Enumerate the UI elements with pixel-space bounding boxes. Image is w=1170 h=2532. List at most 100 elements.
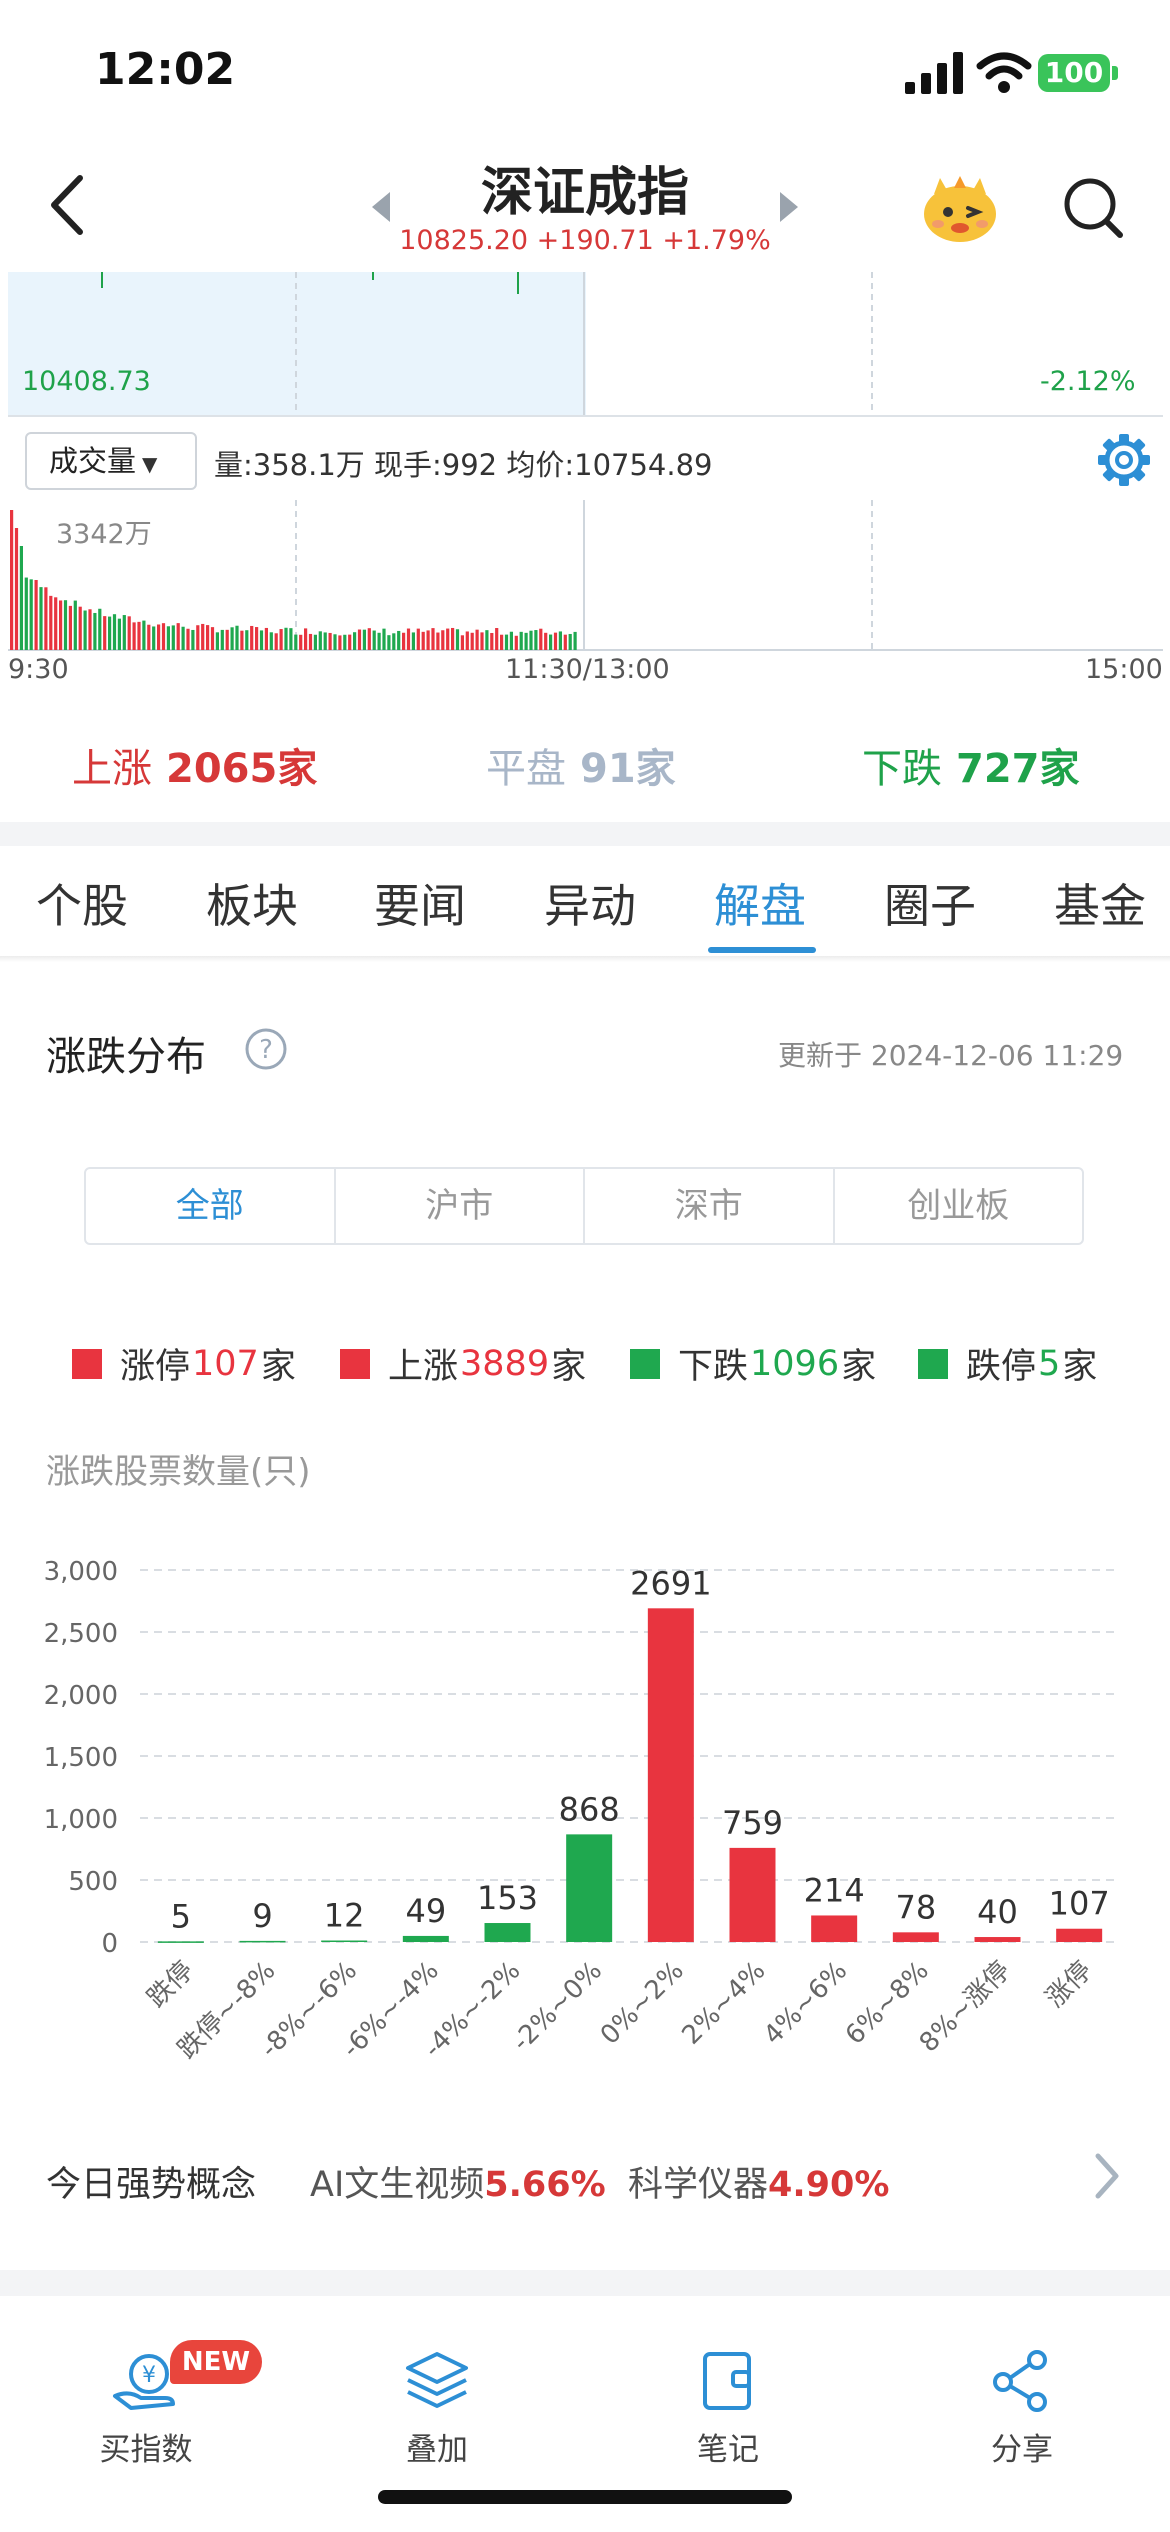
- volume-bar: [171, 625, 175, 650]
- y-tick-label: 2,000: [44, 1681, 118, 1711]
- tab-sectors[interactable]: 板块: [206, 870, 298, 936]
- concept-item[interactable]: 科学仪器4.90%: [628, 2156, 889, 2207]
- home-indicator: [378, 2490, 792, 2504]
- volume-bar: [504, 634, 509, 650]
- volume-bar: [274, 633, 278, 650]
- distribution-bar: [402, 1935, 449, 1942]
- volume-bar: [215, 632, 219, 650]
- volume-bar: [201, 623, 205, 650]
- volume-bar: [157, 624, 161, 650]
- volume-bar: [176, 623, 180, 650]
- legend-swatch: [918, 1348, 948, 1379]
- volume-bar: [328, 632, 332, 650]
- svg-text:¥: ¥: [142, 2363, 156, 2388]
- volume-bar: [235, 625, 239, 650]
- bar-value-label: 2691: [630, 1564, 711, 1602]
- volume-bar: [34, 579, 38, 650]
- tab-analysis[interactable]: 解盘: [714, 870, 806, 936]
- segment-chinext[interactable]: 创业板: [835, 1169, 1083, 1243]
- tab-movers[interactable]: 异动: [544, 870, 636, 936]
- volume-bar: [549, 634, 553, 650]
- svg-text:?: ?: [259, 1035, 273, 1065]
- volume-bar: [264, 627, 268, 650]
- notes-button[interactable]: 笔记: [658, 2350, 798, 2469]
- help-question-icon[interactable]: ?: [244, 1027, 288, 1071]
- overlay-button[interactable]: 叠加: [367, 2350, 507, 2469]
- x-category-label: 2%~4%: [676, 1956, 771, 2051]
- volume-bar: [308, 633, 313, 650]
- new-badge: NEW: [170, 2340, 262, 2384]
- distribution-bar: [157, 1941, 204, 1943]
- volume-bar: [353, 632, 357, 650]
- volume-bar: [382, 628, 386, 650]
- volume-bar: [416, 628, 420, 650]
- volume-bar: [441, 630, 445, 650]
- volume-bar: [73, 600, 77, 650]
- volume-bar: [475, 629, 479, 650]
- volume-bar: [63, 600, 68, 650]
- volume-bar: [259, 630, 264, 650]
- tab-community[interactable]: 圈子: [884, 870, 976, 936]
- volume-bar: [529, 630, 533, 650]
- volume-bar: [343, 634, 347, 650]
- volume-bar: [495, 628, 499, 650]
- y-tick-label: 0: [101, 1929, 118, 1959]
- volume-bar: [539, 628, 543, 650]
- segment-all[interactable]: 全部: [86, 1169, 336, 1243]
- volume-bar: [103, 616, 107, 650]
- search-icon[interactable]: [1060, 172, 1126, 242]
- active-tab-indicator: [708, 947, 816, 953]
- advancers-stat: 上涨 2065家: [72, 746, 318, 792]
- volume-bar: [255, 627, 259, 650]
- volume-bar: [362, 629, 366, 650]
- volume-bar: [24, 577, 28, 650]
- legend-down: 下跌 1096 家: [630, 1338, 876, 1389]
- volume-bar: [460, 635, 464, 650]
- volume-bar: [44, 587, 48, 650]
- tab-news[interactable]: 要闻: [374, 870, 466, 936]
- x-category-label: -2%~0%: [507, 1956, 609, 2058]
- volume-bar: [338, 635, 342, 650]
- volume-bar: [470, 632, 474, 650]
- bar-value-label: 49: [405, 1892, 446, 1930]
- volume-bar: [534, 630, 538, 650]
- volume-bar: [39, 587, 43, 650]
- volume-bar: [166, 626, 170, 650]
- volume-bar: [304, 628, 308, 650]
- mascot-emoji-icon[interactable]: [920, 172, 1000, 244]
- tab-bar-shadow: [0, 956, 1170, 962]
- volume-bar: [210, 627, 215, 650]
- volume-bar: [132, 622, 136, 650]
- volume-bar: [19, 546, 23, 650]
- bar-value-label: 153: [477, 1879, 538, 1917]
- bar-value-label: 868: [559, 1790, 620, 1828]
- volume-bar: [59, 600, 63, 650]
- volume-bar: [83, 610, 87, 650]
- concept-item[interactable]: AI文生视频5.66%: [310, 2156, 606, 2207]
- tab-stocks[interactable]: 个股: [36, 870, 128, 936]
- volume-bar: [279, 629, 283, 650]
- segment-shanghai[interactable]: 沪市: [336, 1169, 585, 1243]
- distribution-bar: [239, 1940, 286, 1943]
- distribution-bar: [1056, 1928, 1103, 1942]
- segment-shenzhen[interactable]: 深市: [585, 1169, 835, 1243]
- section-separator: [0, 2270, 1170, 2296]
- volume-bar: [465, 631, 469, 650]
- volume-indicator-select[interactable]: 成交量 ▼: [25, 432, 197, 490]
- volume-bar: [225, 629, 229, 650]
- tab-funds[interactable]: 基金: [1054, 870, 1146, 936]
- volume-bar: [294, 634, 298, 650]
- volume-bar: [563, 634, 567, 650]
- volume-bar: [509, 631, 513, 650]
- wifi-icon: [976, 52, 1032, 93]
- share-button[interactable]: 分享: [952, 2350, 1092, 2469]
- next-index-arrow-icon[interactable]: [778, 190, 800, 224]
- x-category-label: 跌停: [142, 1956, 200, 2014]
- chevron-right-icon[interactable]: [1092, 2150, 1122, 2202]
- gear-icon[interactable]: [1096, 432, 1152, 488]
- volume-bar: [367, 628, 371, 650]
- volume-bar: [49, 595, 53, 650]
- distribution-bar-chart: 3,0002,5002,0001,5001,00050005跌停9跌停~-8%1…: [44, 1557, 1120, 2065]
- section-separator: [0, 822, 1170, 846]
- volume-bar: [108, 616, 112, 650]
